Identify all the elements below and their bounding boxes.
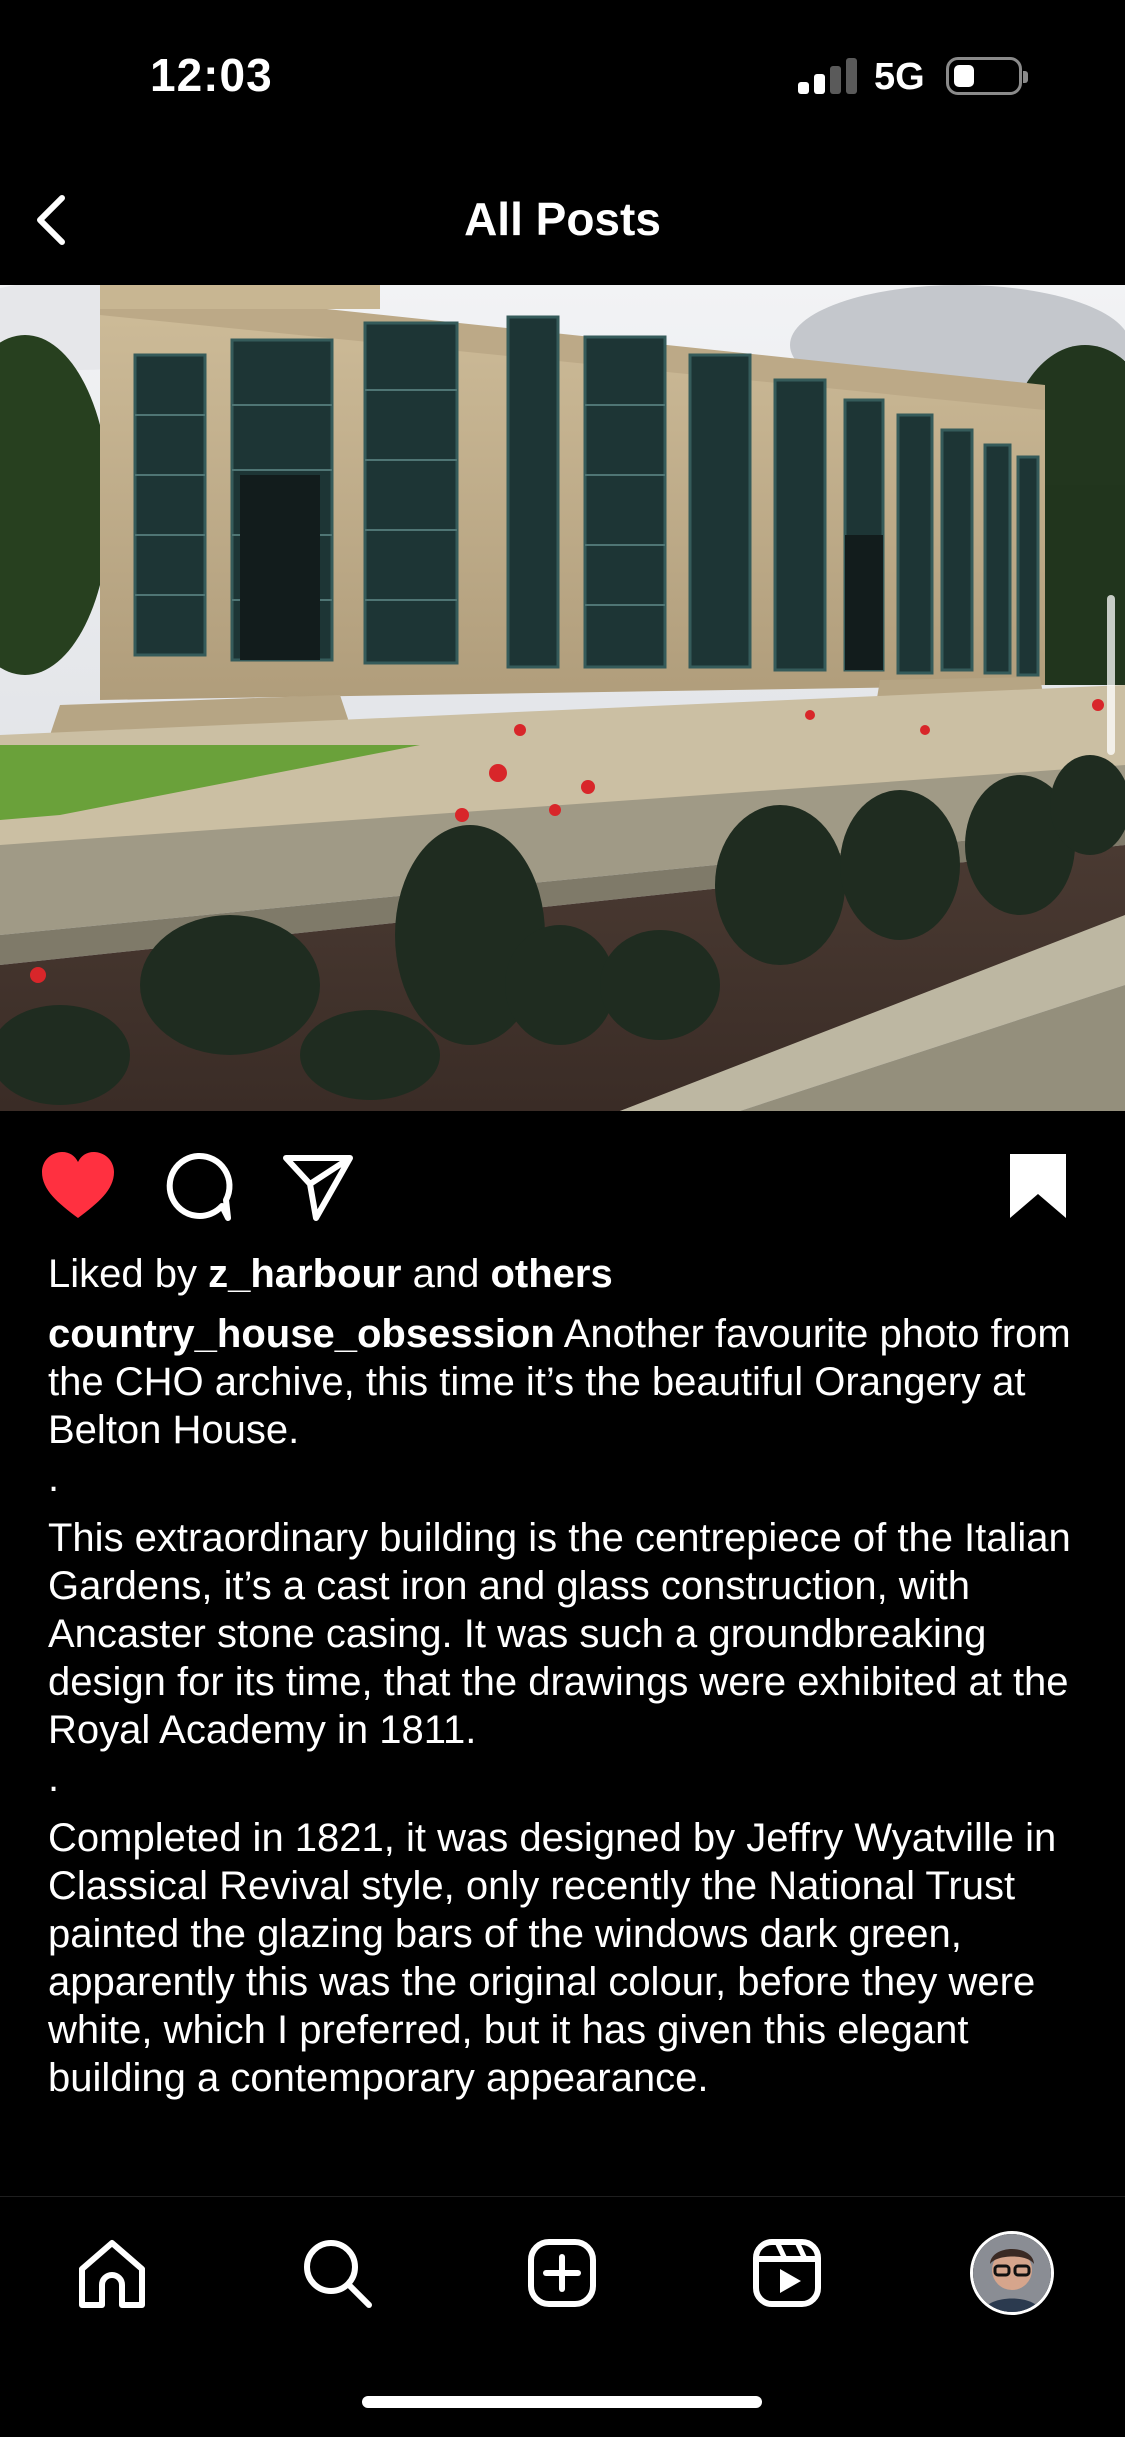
tab-profile-avatar[interactable]	[970, 2231, 1054, 2315]
tab-home[interactable]	[72, 2233, 152, 2313]
home-indicator[interactable]	[362, 2396, 762, 2408]
battery-icon	[946, 57, 1028, 95]
search-icon	[304, 2240, 372, 2308]
save-button[interactable]	[998, 1148, 1078, 1224]
bookmark-icon	[1010, 1154, 1066, 1218]
caption-paragraph: Completed in 1821, it was designed by Je…	[48, 1816, 1057, 2100]
top-bar: All Posts	[0, 170, 1125, 270]
tab-search[interactable]	[297, 2233, 377, 2313]
liked-by-text: Liked by z_harbour and others	[48, 1250, 1088, 1298]
liked-by-and: and	[401, 1252, 491, 1296]
caption-paragraph: This extraordinary building is the centr…	[48, 1516, 1071, 1752]
avatar	[973, 2234, 1051, 2312]
network-type: 5G	[874, 56, 925, 98]
tab-reels[interactable]	[747, 2233, 827, 2313]
caption-first-paragraph: country_house_obsession Another favourit…	[48, 1310, 1088, 1454]
liked-by-others-link[interactable]: others	[490, 1252, 612, 1296]
comment-icon	[166, 1152, 233, 1221]
status-bar: 12:03 5G	[0, 0, 1125, 150]
page-title: All Posts	[464, 193, 661, 245]
share-button[interactable]	[278, 1148, 358, 1224]
liked-by-user-link[interactable]: z_harbour	[208, 1252, 401, 1296]
create-icon	[528, 2239, 596, 2307]
heart-icon	[42, 1152, 114, 1218]
post-username-link[interactable]: country_house_obsession	[48, 1312, 555, 1356]
signal-icon	[798, 58, 858, 94]
caption-separator: .	[48, 1456, 60, 1500]
reels-icon	[753, 2239, 821, 2307]
home-icon	[79, 2240, 145, 2308]
post-caption: Liked by z_harbour and others country_ho…	[48, 1250, 1088, 2102]
like-button[interactable]	[38, 1148, 118, 1224]
tab-create[interactable]	[522, 2233, 602, 2313]
post-photo[interactable]	[0, 285, 1125, 1111]
post-actions	[0, 1140, 1125, 1230]
status-time: 12:03	[150, 49, 273, 101]
comment-button[interactable]	[158, 1148, 238, 1224]
liked-by-prefix: Liked by	[48, 1252, 209, 1296]
share-icon	[283, 1155, 353, 1221]
scroll-indicator[interactable]	[1107, 595, 1115, 755]
caption-separator: .	[48, 1756, 60, 1800]
